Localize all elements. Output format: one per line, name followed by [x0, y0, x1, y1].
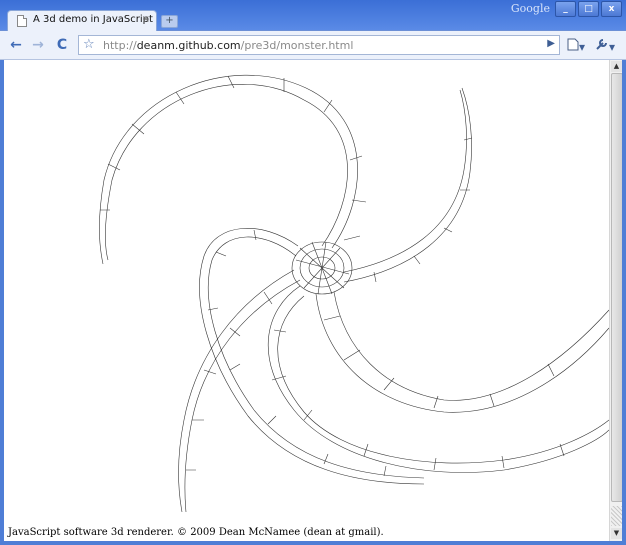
tentacle-top-left — [99, 74, 367, 265]
scroll-down-icon[interactable]: ▼ — [611, 528, 622, 539]
url-text[interactable]: http://deanm.github.com/pre3d/monster.ht… — [103, 39, 353, 52]
back-button[interactable]: ← — [6, 36, 26, 54]
window-controls: _ □ x — [555, 1, 622, 17]
browser-toolbar: ← → C ☆ http://deanm.github.com/pre3d/mo… — [0, 31, 626, 60]
tools-menu-chevron-icon: ▾ — [609, 40, 616, 54]
tentacle-left-hook — [199, 228, 425, 485]
wrench-icon — [596, 39, 607, 50]
maximize-button[interactable]: □ — [578, 1, 599, 17]
go-icon[interactable]: ▶ — [547, 38, 555, 49]
google-brand: Google — [510, 2, 550, 15]
url-path: /pre3d/monster.html — [240, 39, 354, 52]
url-host: deanm.github.com — [136, 39, 241, 52]
monster-body — [291, 241, 353, 295]
page-menu-icon — [567, 38, 579, 51]
url-scheme: http:// — [103, 39, 137, 52]
reload-button[interactable]: C — [52, 36, 72, 54]
page-footer: JavaScript software 3d renderer. © 2009 … — [8, 527, 384, 538]
window-frame-left — [0, 60, 4, 545]
window-titlebar: Google _ □ x A 3d demo in JavaScript × + — [0, 0, 626, 32]
tools-menu-button[interactable]: ▾ — [595, 38, 615, 54]
close-window-button[interactable]: x — [601, 1, 622, 17]
tentacle-lower-loop — [267, 285, 609, 473]
address-bar[interactable]: ☆ http://deanm.github.com/pre3d/monster.… — [78, 35, 560, 55]
minimize-button[interactable]: _ — [555, 1, 576, 17]
wireframe-monster-render[interactable] — [4, 60, 609, 541]
page-icon — [17, 15, 27, 27]
forward-button[interactable]: → — [28, 36, 48, 54]
page-menu-button[interactable]: ▾ — [567, 38, 585, 54]
window-frame-bottom — [0, 541, 626, 545]
scroll-up-icon[interactable]: ▲ — [611, 61, 622, 72]
tab-title: A 3d demo in JavaScript — [33, 14, 153, 25]
page-content: JavaScript software 3d renderer. © 2009 … — [4, 60, 609, 541]
page-menu-chevron-icon: ▾ — [579, 40, 586, 54]
window-frame-right — [622, 60, 626, 545]
vertical-scrollbar[interactable]: ▲ ▼ — [609, 60, 623, 541]
tentacle-left-down — [178, 269, 301, 513]
bookmark-star-icon[interactable]: ☆ — [83, 36, 95, 54]
new-tab-button[interactable]: + — [161, 15, 178, 28]
tab-monster-demo[interactable]: A 3d demo in JavaScript × — [7, 10, 157, 32]
tentacle-right-sweep — [315, 291, 609, 413]
tentacle-top-right — [343, 87, 473, 283]
tab-close-icon[interactable]: × — [142, 14, 150, 25]
resize-grip[interactable] — [611, 506, 622, 526]
